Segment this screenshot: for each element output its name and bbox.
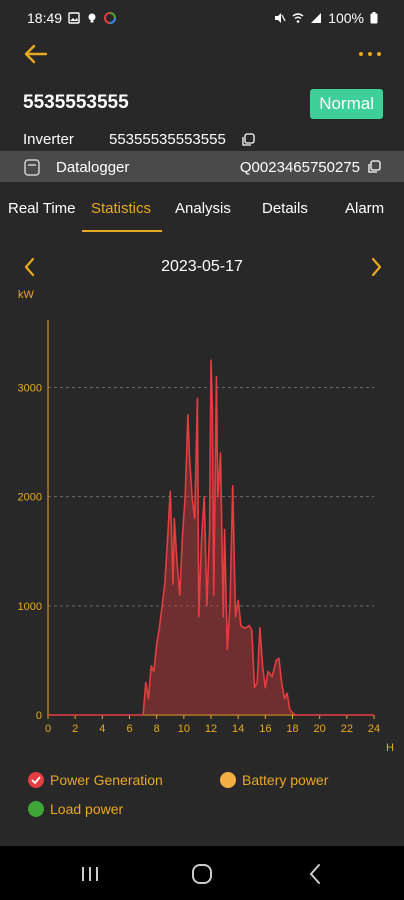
tab-statistics[interactable]: Statistics (91, 200, 151, 217)
datalogger-label: Datalogger (56, 159, 130, 176)
x-tick-label: 2 (72, 723, 78, 735)
copy-icon[interactable] (241, 133, 255, 147)
battery-icon (370, 12, 378, 24)
load-power-dot (28, 801, 44, 817)
y-tick-label: 0 (36, 710, 42, 722)
bulb-icon (88, 13, 96, 23)
inverter-row: Inverter 55355535553555 (0, 128, 404, 152)
status-badge: Normal (310, 89, 383, 119)
x-tick-label: 24 (368, 723, 380, 735)
wifi-icon (292, 13, 304, 23)
x-tick-label: 16 (259, 723, 271, 735)
inverter-label: Inverter (23, 131, 74, 148)
app-bar (0, 36, 404, 72)
tab-real-time[interactable]: Real Time (8, 200, 76, 217)
mute-icon (275, 13, 286, 23)
x-tick-label: 10 (178, 723, 190, 735)
power-chart: kWH01000200030000 2 4 6 8 10 12 14 16 18 20 22 24 (18, 289, 394, 754)
y-tick-label: 3000 (18, 383, 42, 395)
status-time: 18:49 (27, 10, 63, 26)
status-left: 18:49 (27, 10, 117, 26)
x-tick-label: 18 (286, 723, 298, 735)
tab-bar: Real Time Statistics Analysis Details Al… (0, 192, 404, 232)
legend-load-power-label: Load power (50, 801, 124, 817)
datalogger-serial: Q0023465750275 (239, 159, 360, 176)
datalogger-icon (24, 159, 40, 176)
power-generation-check-icon (28, 772, 44, 788)
x-tick-label: 12 (205, 723, 217, 735)
y-tick-label: 2000 (18, 492, 42, 504)
y-tick-label: 1000 (18, 601, 42, 613)
tab-alarm[interactable]: Alarm (345, 200, 384, 217)
chart-legend: Power Generation Battery power Load powe… (0, 770, 404, 830)
gallery-icon (68, 12, 80, 24)
battery-percent: 100% (328, 10, 364, 26)
x-tick-label: 20 (314, 723, 326, 735)
chevron-right-icon[interactable] (366, 256, 386, 278)
selected-date[interactable]: 2023-05-17 (0, 258, 404, 276)
x-tick-label: 8 (154, 723, 160, 735)
battery-power-dot (220, 772, 236, 788)
legend-power-generation[interactable]: Power Generation (28, 772, 163, 788)
more-options-icon[interactable] (356, 40, 384, 68)
status-bar: 18:49 100% (0, 0, 404, 36)
x-tick-label: 6 (126, 723, 132, 735)
tab-analysis[interactable]: Analysis (175, 200, 231, 217)
inverter-serial: 55355535553555 (109, 131, 226, 148)
legend-battery-power-label: Battery power (242, 772, 329, 788)
back-arrow-icon[interactable] (22, 40, 50, 68)
x-tick-label: 4 (99, 723, 105, 735)
legend-load-power[interactable]: Load power (28, 801, 123, 817)
active-tab-indicator (82, 230, 162, 232)
copy-icon[interactable] (367, 160, 381, 174)
legend-power-generation-label: Power Generation (50, 772, 163, 788)
app-color-icon (104, 12, 117, 24)
x-tick-label: 14 (232, 723, 244, 735)
x-tick-label: 0 (45, 723, 51, 735)
x-tick-label: 22 (341, 723, 353, 735)
datalogger-row: Datalogger Q0023465750275 (0, 151, 404, 182)
legend-battery-power[interactable]: Battery power (220, 772, 328, 788)
signal-icon (311, 13, 322, 23)
status-right: 100% (274, 10, 378, 26)
home-icon[interactable] (188, 860, 216, 888)
chevron-left-icon[interactable] (20, 256, 40, 278)
date-navigator: 2023-05-17 (0, 252, 404, 282)
tab-details[interactable]: Details (262, 200, 308, 217)
y-axis-unit-label: kW (18, 289, 35, 301)
back-nav-icon[interactable] (302, 860, 330, 888)
device-id: 5535553555 (23, 92, 129, 113)
recent-apps-icon[interactable] (76, 860, 104, 888)
system-nav-bar (0, 846, 404, 900)
x-axis-unit-label: H (386, 742, 394, 754)
